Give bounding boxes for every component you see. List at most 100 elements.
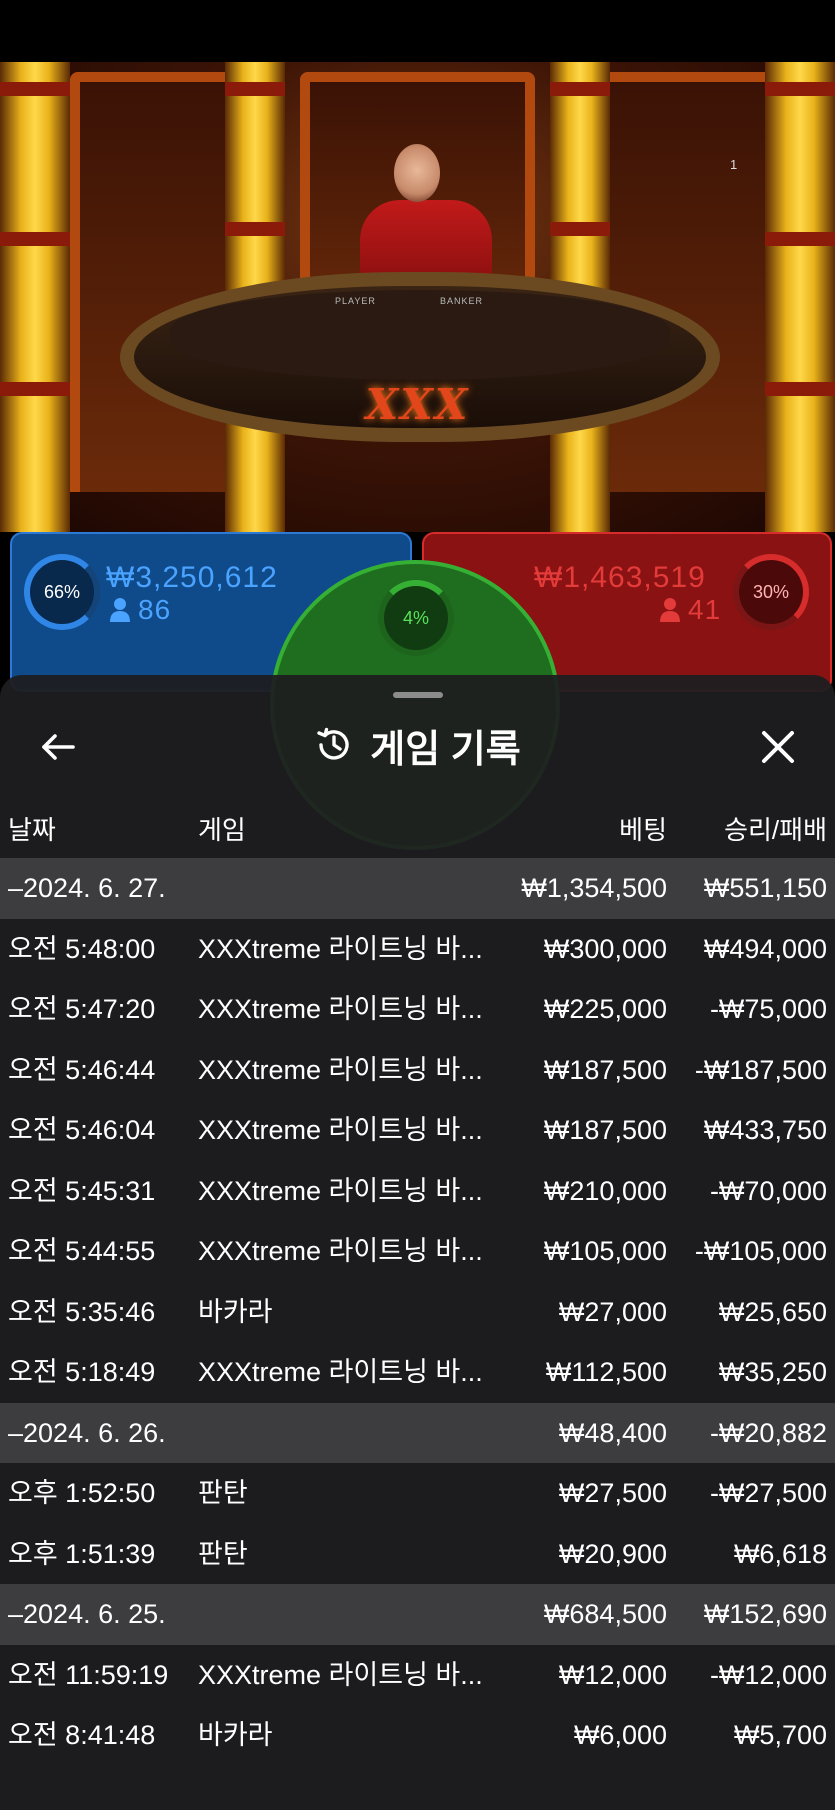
history-date-group-row[interactable]: –2024. 6. 26. ₩48,400 -₩20,882	[0, 1402, 835, 1463]
group-total-bet: ₩684,500	[543, 1599, 667, 1629]
person-icon	[660, 598, 680, 622]
group-total-bet: ₩48,400	[558, 1417, 667, 1448]
entry-game-name: XXXtreme 라이트닝 바...	[198, 1115, 483, 1145]
banker-percent-ring: 30%	[733, 554, 809, 630]
history-entry-row[interactable]: 오후 1:52:50 판탄 ₩27,500 -₩27,500	[0, 1463, 835, 1524]
sheet-title: 게임 기록	[370, 728, 521, 771]
entry-time: 오후 1:51:39	[8, 1538, 156, 1569]
entry-bet-amount: ₩300,000	[543, 933, 667, 964]
player-percent: 66%	[43, 581, 81, 602]
group-total-result: ₩152,690	[703, 1599, 827, 1629]
history-column-headers: 날짜 게임 베팅 승리/패배	[0, 805, 835, 855]
history-entry-row[interactable]: 오전 8:41:48 바카라 ₩6,000 ₩5,700	[0, 1705, 835, 1766]
history-entry-row[interactable]: 오후 1:51:39 판탄 ₩20,900 ₩6,618	[0, 1524, 835, 1585]
history-entry-row[interactable]: 오전 5:46:04 XXXtreme 라이트닝 바... ₩187,500 ₩433…	[0, 1100, 835, 1161]
back-button[interactable]	[32, 721, 84, 773]
game-history-sheet: 게임 기록 날짜 게임 베팅 승리/패배 –2024. 6. 27. ₩1,354…	[0, 675, 835, 1810]
light-pillar	[0, 62, 70, 532]
scene-marker: 1	[730, 157, 738, 172]
entry-time: 오전 5:35:46	[8, 1296, 156, 1327]
entry-bet-amount: ₩27,000	[558, 1296, 667, 1327]
group-total-bet: ₩1,354,500	[521, 873, 667, 903]
history-entry-row[interactable]: 오전 5:46:44 XXXtreme 라이트닝 바... ₩187,500 -₩18…	[0, 1040, 835, 1101]
entry-bet-amount: ₩112,500	[545, 1357, 667, 1387]
entry-bet-amount: ₩6,000	[573, 1720, 667, 1750]
entry-game-name: 바카라	[198, 1296, 273, 1327]
entry-result-amount: -₩12,000	[709, 1659, 827, 1690]
history-entry-row[interactable]: 오전 5:35:46 바카라 ₩27,000 ₩25,650	[0, 1282, 835, 1343]
group-date: –2024. 6. 25.	[8, 1599, 166, 1629]
entry-result-amount: ₩6,618	[733, 1538, 827, 1569]
player-percent-ring: 66%	[24, 554, 100, 630]
group-date: –2024. 6. 27.	[8, 873, 166, 903]
entry-result-amount: -₩75,000	[709, 994, 827, 1024]
column-header-bet: 베팅	[619, 815, 667, 845]
sheet-header: 게임 기록	[0, 705, 835, 785]
entry-time: 오후 1:52:50	[8, 1478, 156, 1508]
dealer-head	[394, 144, 440, 202]
backdrop-arch-left	[70, 72, 250, 492]
entry-result-amount: ₩5,700	[733, 1720, 827, 1750]
player-bettor-count: 86	[110, 594, 171, 626]
entry-time: 오전 5:46:44	[8, 1054, 156, 1085]
player-total-bet: ₩3,250,612	[106, 561, 278, 594]
table-logo: XXX	[365, 380, 470, 429]
entry-time: 오전 8:41:48	[8, 1720, 156, 1750]
sheet-title-group: 게임 기록	[0, 705, 835, 785]
entry-bet-amount: ₩187,500	[543, 1115, 667, 1145]
entry-result-amount: -₩105,000	[694, 1236, 827, 1266]
close-icon	[762, 731, 794, 763]
entry-time: 오전 11:59:19	[8, 1659, 169, 1690]
entry-time: 오전 5:46:04	[8, 1115, 156, 1145]
history-entry-row[interactable]: 오전 11:59:19 XXXtreme 라이트닝 바... ₩12,000 -₩12…	[0, 1645, 835, 1706]
history-entry-row[interactable]: 오전 5:44:55 XXXtreme 라이트닝 바... ₩105,000 -₩10…	[0, 1221, 835, 1282]
entry-game-name: XXXtreme 라이트닝 바...	[198, 1175, 483, 1206]
entry-time: 오전 5:18:49	[8, 1357, 156, 1387]
tie-percent: 4%	[402, 607, 429, 628]
table-felt	[170, 290, 670, 380]
entry-result-amount: -₩27,500	[709, 1478, 827, 1508]
entry-time: 오전 5:48:00	[8, 933, 156, 964]
entry-bet-amount: ₩20,900	[558, 1538, 667, 1569]
history-entry-row[interactable]: 오전 5:45:31 XXXtreme 라이트닝 바... ₩210,000 -₩70…	[0, 1161, 835, 1222]
entry-game-name: XXXtreme 라이트닝 바...	[198, 994, 483, 1024]
entry-bet-amount: ₩27,500	[558, 1478, 667, 1508]
banker-bettor-count-value: 41	[688, 594, 722, 625]
history-entry-row[interactable]: 오전 5:48:00 XXXtreme 라이트닝 바... ₩300,000 ₩494…	[0, 919, 835, 980]
entry-game-name: XXXtreme 라이트닝 바...	[198, 1357, 483, 1387]
entry-bet-amount: ₩225,000	[543, 994, 667, 1024]
banker-percent: 30%	[752, 581, 790, 602]
entry-bet-amount: ₩187,500	[543, 1054, 667, 1085]
entry-time: 오전 5:45:31	[8, 1175, 156, 1206]
entry-result-amount: ₩25,650	[718, 1296, 827, 1327]
group-date: –2024. 6. 26.	[8, 1417, 166, 1448]
entry-game-name: XXXtreme 라이트닝 바...	[198, 1054, 483, 1085]
history-entry-row[interactable]: 오전 5:18:49 XXXtreme 라이트닝 바... ₩112,500 ₩35,…	[0, 1342, 835, 1403]
history-date-group-row[interactable]: –2024. 6. 25. ₩684,500 ₩152,690	[0, 1584, 835, 1645]
entry-bet-amount: ₩105,000	[543, 1236, 667, 1266]
entry-result-amount: ₩35,250	[718, 1357, 827, 1387]
entry-bet-amount: ₩12,000	[558, 1659, 667, 1690]
banker-bettor-count: 41	[660, 594, 721, 626]
light-pillar	[765, 62, 835, 532]
entry-game-name: 판탄	[198, 1538, 248, 1569]
sheet-drag-handle[interactable]	[393, 692, 443, 698]
entry-game-name: XXXtreme 라이트닝 바...	[198, 1659, 483, 1690]
history-entry-row[interactable]: 오전 5:47:20 XXXtreme 라이트닝 바... ₩225,000 -₩75…	[0, 979, 835, 1040]
entry-result-amount: ₩494,000	[703, 933, 827, 964]
entry-time: 오전 5:47:20	[8, 994, 156, 1024]
arrow-left-icon	[42, 734, 75, 760]
entry-game-name: 판탄	[198, 1478, 248, 1508]
person-icon	[110, 598, 130, 622]
group-total-result: -₩20,882	[709, 1417, 827, 1448]
history-date-group-row[interactable]: –2024. 6. 27. ₩1,354,500 ₩551,150	[0, 858, 835, 919]
group-total-result: ₩551,150	[703, 873, 827, 903]
close-button[interactable]	[752, 721, 804, 773]
history-list: –2024. 6. 27. ₩1,354,500 ₩551,150 오전 5:48:0…	[0, 858, 835, 1766]
entry-game-name: XXXtreme 라이트닝 바...	[198, 1236, 483, 1266]
entry-result-amount: -₩187,500	[694, 1054, 827, 1085]
entry-game-name: 바카라	[198, 1720, 273, 1750]
column-header-date: 날짜	[8, 815, 56, 845]
entry-bet-amount: ₩210,000	[543, 1175, 667, 1206]
banker-total-bet: ₩1,463,519	[534, 561, 706, 594]
